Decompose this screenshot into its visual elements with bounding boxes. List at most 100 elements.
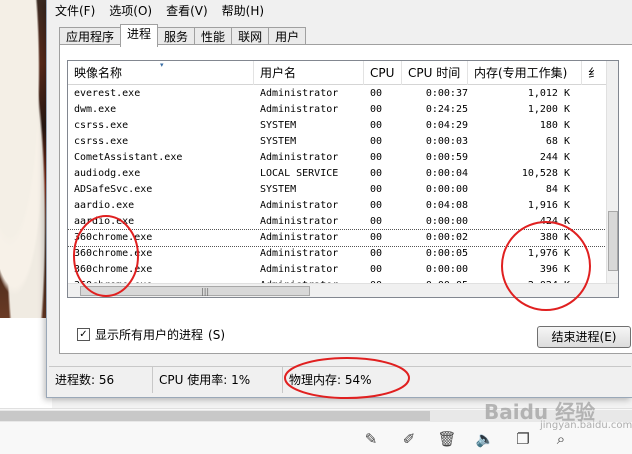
- row-user-name: Administrator: [260, 88, 339, 99]
- row-cpu-time: 0:00:00: [425, 216, 468, 227]
- show-all-users-option[interactable]: ✓ 显示所有用户的进程 (S): [77, 326, 225, 343]
- row-cpu-time: 0:00:02: [425, 232, 468, 243]
- search-icon[interactable]: ⌕: [550, 430, 572, 448]
- row-user-name: Administrator: [260, 216, 339, 227]
- row-image-name: aardio.exe: [74, 200, 135, 211]
- table-row[interactable]: audiodg.exe LOCAL SERVICE 00 0:00:04 10,…: [68, 166, 608, 182]
- row-memory: 84 K: [545, 184, 570, 195]
- task-manager-window: 文件(F) 选项(O) 查看(V) 帮助(H) 应用程序 进程 服务 性能 联网…: [46, 0, 632, 398]
- table-row[interactable]: everest.exe Administrator 00 0:00:37 1,0…: [68, 86, 608, 102]
- column-image-name[interactable]: 映像名称: [68, 61, 254, 85]
- horizontal-scrollbar[interactable]: |||: [68, 283, 618, 297]
- row-cpu: 00: [370, 88, 383, 99]
- background-panel: [0, 318, 52, 408]
- row-memory: 10,528 K: [521, 168, 570, 179]
- row-memory: 180 K: [539, 120, 570, 131]
- table-row[interactable]: ADSafeSvc.exe SYSTEM 00 0:00:00 84 K: [68, 182, 608, 198]
- row-cpu-time: 0:00:03: [425, 136, 468, 147]
- watermark-url: jingyan.baidu.com: [540, 420, 632, 431]
- row-image-name: everest.exe: [74, 88, 141, 99]
- column-cpu-time[interactable]: CPU 时间: [402, 61, 468, 85]
- column-user-name[interactable]: 用户名: [254, 61, 364, 85]
- end-process-button[interactable]: 结束进程(E): [537, 326, 631, 348]
- table-row[interactable]: 360chrome.exe Administrator 00 0:00:00 3…: [68, 262, 608, 278]
- menu-bar: 文件(F) 选项(O) 查看(V) 帮助(H): [55, 0, 264, 20]
- row-user-name: Administrator: [260, 152, 339, 163]
- row-memory: 1,012 K: [527, 88, 570, 99]
- row-cpu-time: 0:00:04: [425, 168, 468, 179]
- row-image-name: dwm.exe: [74, 104, 117, 115]
- row-memory: 396 K: [539, 264, 570, 275]
- page-scrollbar-thumb[interactable]: [0, 411, 430, 421]
- row-user-name: SYSTEM: [260, 120, 297, 131]
- row-user-name: Administrator: [260, 232, 339, 243]
- table-row[interactable]: aardio.exe Administrator 00 0:00:00 424 …: [68, 214, 608, 230]
- window-icon[interactable]: ❐: [512, 430, 534, 448]
- show-all-users-checkbox[interactable]: ✓: [77, 328, 90, 341]
- status-cpu-usage: CPU 使用率: 1%: [153, 367, 283, 393]
- show-all-users-shortcut: (S): [208, 327, 225, 342]
- row-image-name: aardio.exe: [74, 216, 135, 227]
- speaker-icon[interactable]: 🔈: [474, 430, 496, 448]
- row-cpu-time: 0:04:29: [425, 120, 468, 131]
- row-user-name: Administrator: [260, 200, 339, 211]
- row-user-name: Administrator: [260, 104, 339, 115]
- table-row[interactable]: CometAssistant.exe Administrator 00 0:00…: [68, 150, 608, 166]
- row-image-name: audiodg.exe: [74, 168, 141, 179]
- trash-icon[interactable]: 🗑: [436, 430, 458, 448]
- row-cpu: 00: [370, 184, 383, 195]
- row-image-name: ADSafeSvc.exe: [74, 184, 153, 195]
- grip-icon: |||: [201, 287, 210, 296]
- row-cpu-time: 0:04:08: [425, 200, 468, 211]
- column-description[interactable]: 纟: [582, 61, 608, 85]
- table-row[interactable]: aardio.exe Administrator 00 0:04:08 1,91…: [68, 198, 608, 214]
- row-cpu: 00: [370, 200, 383, 211]
- row-cpu: 00: [370, 232, 383, 243]
- tab-processes[interactable]: 进程: [120, 24, 159, 47]
- row-cpu-time: 0:00:00: [425, 184, 468, 195]
- vertical-scrollbar[interactable]: [606, 61, 618, 285]
- horizontal-scrollbar-thumb[interactable]: |||: [80, 286, 310, 296]
- status-physical-memory: 物理内存: 54%: [289, 373, 372, 387]
- table-row[interactable]: dwm.exe Administrator 00 0:24:25 1,200 K: [68, 102, 608, 118]
- row-cpu: 00: [370, 216, 383, 227]
- show-all-users-label: 显示所有用户的进程: [95, 328, 204, 342]
- status-bar: 进程数: 56 CPU 使用率: 1% 物理内存: 54%: [49, 366, 631, 393]
- menu-options[interactable]: 选项(O): [109, 2, 152, 19]
- background-photo: [0, 0, 52, 318]
- row-cpu: 00: [370, 168, 383, 179]
- edit-icon[interactable]: ✐: [398, 430, 420, 448]
- row-cpu-time: 0:00:00: [425, 264, 468, 275]
- row-image-name: CometAssistant.exe: [74, 152, 183, 163]
- status-process-count: 进程数: 56: [49, 367, 153, 393]
- row-cpu: 00: [370, 248, 383, 259]
- row-cpu: 00: [370, 136, 383, 147]
- process-list: ▾ 映像名称 用户名 CPU CPU 时间 内存(专用工作集) 纟 everes…: [67, 60, 619, 298]
- table-row[interactable]: csrss.exe SYSTEM 00 0:04:29 180 K: [68, 118, 608, 134]
- row-image-name: csrss.exe: [74, 136, 129, 147]
- vertical-scrollbar-thumb[interactable]: [608, 211, 618, 271]
- row-user-name: Administrator: [260, 264, 339, 275]
- pin-icon[interactable]: ✎: [360, 430, 382, 448]
- menu-file[interactable]: 文件(F): [55, 2, 95, 19]
- column-cpu[interactable]: CPU: [364, 61, 402, 85]
- menu-help[interactable]: 帮助(H): [222, 2, 264, 19]
- row-memory: 1,916 K: [527, 200, 570, 211]
- row-user-name: SYSTEM: [260, 136, 297, 147]
- row-image-name: 360chrome.exe: [74, 248, 153, 259]
- row-cpu-time: 0:00:05: [425, 248, 468, 259]
- row-memory: 1,200 K: [527, 104, 570, 115]
- table-row[interactable]: 360chrome.exe Administrator 00 0:00:05 1…: [68, 246, 608, 262]
- row-cpu: 00: [370, 120, 383, 131]
- row-cpu-time: 0:00:37: [425, 88, 468, 99]
- table-row[interactable]: csrss.exe SYSTEM 00 0:00:03 68 K: [68, 134, 608, 150]
- row-memory: 1,976 K: [527, 248, 570, 259]
- column-memory[interactable]: 内存(专用工作集): [468, 61, 582, 85]
- row-user-name: LOCAL SERVICE: [260, 168, 339, 179]
- table-row-selected[interactable]: 360chrome.exe Administrator 00 0:00:02 3…: [68, 229, 609, 247]
- row-memory: 424 K: [539, 216, 570, 227]
- menu-view[interactable]: 查看(V): [166, 2, 208, 19]
- row-cpu-time: 0:00:59: [425, 152, 468, 163]
- row-user-name: Administrator: [260, 248, 339, 259]
- row-image-name: 360chrome.exe: [74, 264, 153, 275]
